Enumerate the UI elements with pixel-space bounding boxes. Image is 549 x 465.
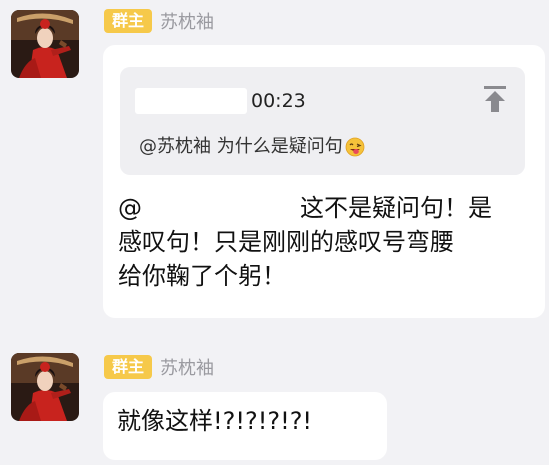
message-text: 就像这样!?!?!?!?! (117, 407, 313, 435)
message-text: @ 这不是疑问句！是 感叹句！只是刚刚的感叹号弯腰 给你鞠了个躬！ (118, 191, 528, 293)
message-line-2: 感叹句！只是刚刚的感叹号弯腰 (118, 228, 454, 256)
sender-name[interactable]: 苏枕袖 (160, 8, 214, 34)
quote-text: @苏枕袖 为什么是疑问句 (139, 136, 343, 157)
jump-to-original-icon[interactable] (483, 85, 507, 113)
mention[interactable]: @ (118, 194, 142, 222)
avatar-image (11, 353, 79, 421)
quoted-message[interactable]: 00:23 @苏枕袖 为什么是疑问句 (120, 67, 525, 175)
sender-avatar[interactable] (11, 353, 79, 421)
quote-text-row: @苏枕袖 为什么是疑问句 (139, 134, 365, 160)
avatar-image (11, 10, 79, 78)
sender-avatar[interactable] (11, 10, 79, 78)
message-bubble[interactable]: 00:23 @苏枕袖 为什么是疑问句 @ 这不是疑问句！是 感叹句！只是刚刚的感叹… (103, 45, 545, 318)
redacted-name (135, 88, 247, 114)
message-line-1: 这不是疑问句！是 (300, 194, 492, 222)
message-header: 群主 苏枕袖 (104, 7, 214, 35)
quote-time: 00:23 (251, 90, 306, 112)
owner-badge: 群主 (104, 355, 153, 379)
owner-badge: 群主 (104, 9, 153, 33)
grinning-tongue-emoji-icon (345, 137, 365, 157)
message-line-3: 给你鞠了个躬！ (118, 262, 286, 290)
message-header: 群主 苏枕袖 (104, 353, 214, 381)
sender-name[interactable]: 苏枕袖 (160, 354, 214, 380)
message-bubble[interactable]: 就像这样!?!?!?!?! (103, 392, 387, 460)
